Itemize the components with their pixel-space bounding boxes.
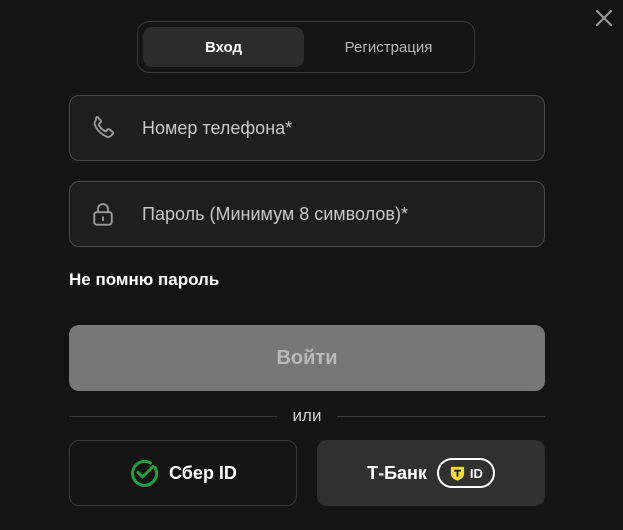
tbank-id-badge: ID: [436, 458, 495, 488]
tbank-id-button[interactable]: Т-Банк ID: [317, 440, 545, 506]
tab-login[interactable]: Вход: [143, 27, 304, 67]
tab-register[interactable]: Регистрация: [308, 27, 469, 67]
sber-id-button[interactable]: Сбер ID: [69, 440, 297, 506]
or-divider: или: [69, 406, 546, 426]
sber-logo-icon: [131, 459, 159, 487]
login-button[interactable]: Войти: [69, 325, 545, 391]
lock-icon: [88, 199, 118, 229]
password-input[interactable]: Пароль (Минимум 8 символов)*: [69, 181, 545, 247]
phone-input[interactable]: Номер телефона*: [69, 95, 545, 161]
tbank-label: Т-Банк: [367, 462, 427, 483]
divider-text: или: [292, 406, 322, 425]
password-placeholder: Пароль (Минимум 8 символов)*: [142, 203, 408, 224]
divider-line-left: [69, 415, 277, 417]
tbank-shield-icon: [450, 466, 465, 481]
auth-tabs: Вход Регистрация: [137, 21, 475, 73]
sber-id-label: Сбер ID: [169, 462, 237, 483]
phone-placeholder: Номер телефона*: [142, 117, 293, 138]
tbank-id-text: ID: [469, 465, 483, 481]
divider-line-right: [337, 415, 546, 417]
auth-modal: Вход Регистрация Номер телефона* Пароль …: [0, 0, 623, 530]
forgot-password-link[interactable]: Не помню пароль: [69, 270, 219, 290]
close-button[interactable]: [593, 7, 615, 29]
phone-icon: [88, 113, 118, 143]
close-icon: [596, 10, 612, 26]
